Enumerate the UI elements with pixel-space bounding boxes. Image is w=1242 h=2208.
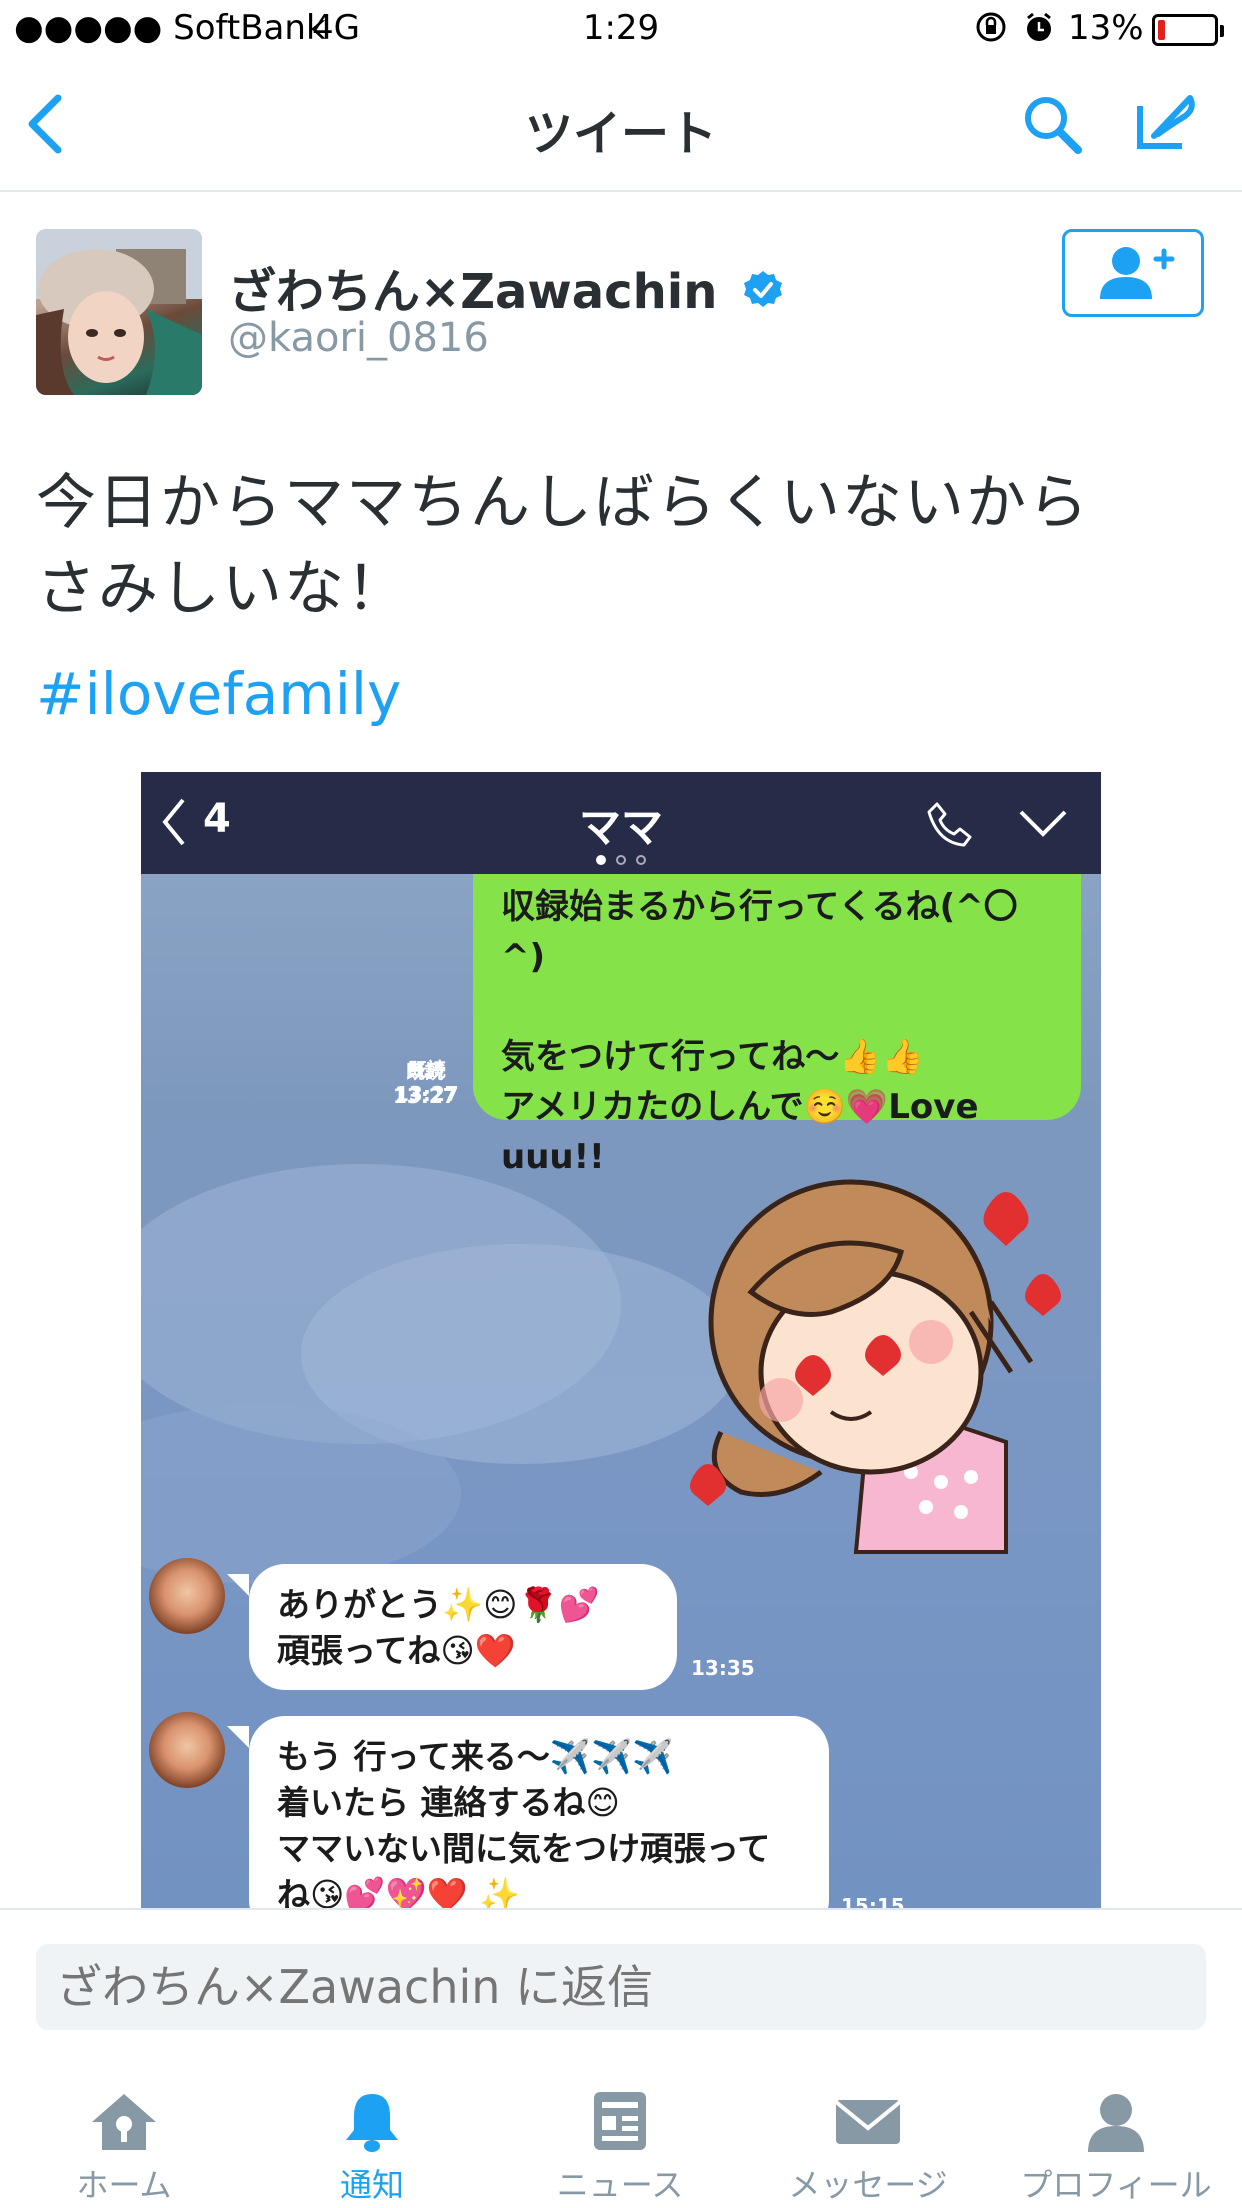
add-user-icon [1100, 247, 1175, 299]
avatar[interactable] [36, 229, 202, 395]
tweet-text: 今日からママちんしばらくいないから さみしいな！ [36, 460, 1206, 632]
navigation-bar: ツイート [0, 62, 1242, 192]
tab-label: プロフィール [1020, 2166, 1212, 2204]
bubble-tail [227, 1574, 249, 1596]
battery-icon [1152, 14, 1224, 46]
display-name-text: ざわちん×Zawachin [228, 264, 718, 320]
tweet-text-body: 今日からママちんしばらくいないから さみしいな！ [36, 468, 1090, 624]
compose-icon[interactable] [1132, 88, 1202, 162]
display-name[interactable]: ざわちん×Zawachin [228, 252, 784, 323]
news-icon [594, 2092, 646, 2150]
verified-badge-icon [742, 267, 784, 323]
status-bar: ●●●●● SoftBank 4G 1:29 13% [0, 0, 1242, 62]
search-icon[interactable] [1020, 92, 1086, 162]
profile-icon [1088, 2094, 1144, 2152]
tab-notifications[interactable]: 通知 [248, 2060, 496, 2208]
tab-label: ホーム [76, 2166, 172, 2204]
mail-icon [834, 2100, 902, 2144]
user-handle[interactable]: @kaori_0816 [228, 315, 489, 361]
friend-avatar-1 [149, 1558, 225, 1634]
message-time: 15:15 [841, 1894, 905, 1908]
rotation-lock-icon [974, 10, 1008, 53]
tab-bar: ホーム 通知 ニュース メッセージ プロフィール [0, 2060, 1242, 2208]
chat-bubble-received: ありがとう✨😊🌹💕 頑張ってね😘❤️ [249, 1564, 677, 1690]
tab-news[interactable]: ニュース [496, 2060, 744, 2208]
alarm-icon [1022, 10, 1056, 53]
bell-icon [346, 2094, 398, 2152]
tab-profile[interactable]: プロフィール [992, 2060, 1240, 2208]
chat-bubble-received: もう 行って来る〜✈️✈️✈️ 着いたら 連絡するね😊 ママいない間に気をつけ頑… [249, 1716, 829, 1908]
bubble-tail [227, 1726, 249, 1748]
tab-home[interactable]: ホーム [0, 2060, 248, 2208]
reply-input[interactable] [36, 1944, 1206, 2030]
home-icon [92, 2094, 156, 2150]
tab-label: メッセージ [788, 2166, 948, 2204]
follow-button[interactable] [1062, 229, 1204, 317]
tab-label: 通知 [339, 2166, 404, 2204]
battery-percent: 13% [1068, 8, 1144, 48]
friend-avatar-2 [149, 1712, 225, 1788]
tab-label: ニュース [556, 2166, 684, 2204]
message-time: 13:35 [691, 1656, 755, 1680]
hashtag-link[interactable]: #ilovefamily [36, 660, 401, 728]
tab-messages[interactable]: メッセージ [744, 2060, 992, 2208]
friend-messages-layer: ありがとう✨😊🌹💕 頑張ってね😘❤️ 13:35 もう 行って来る〜✈️✈️✈️… [141, 772, 1101, 1908]
